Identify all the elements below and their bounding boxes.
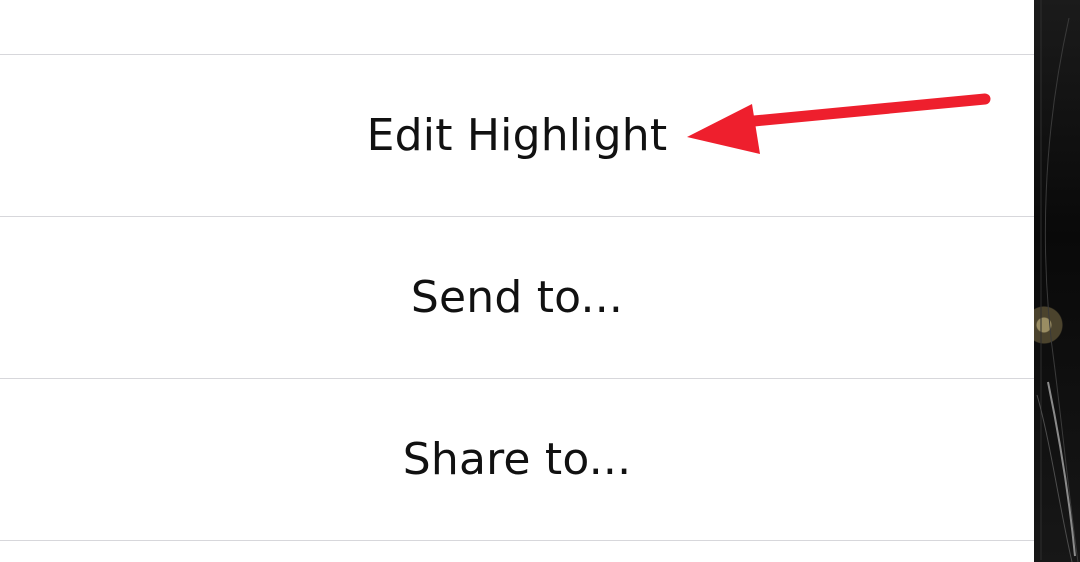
menu-divider (0, 540, 1034, 541)
action-sheet-top-area (0, 0, 1034, 54)
edit-highlight-button[interactable]: Edit Highlight (0, 55, 1034, 216)
action-sheet: Edit Highlight Send to... Share to... (0, 0, 1034, 562)
send-to-label: Send to... (410, 272, 624, 323)
instagram-action-sheet-screen: Edit Highlight Send to... Share to... (0, 0, 1080, 562)
background-photo-artwork (1036, 0, 1079, 562)
share-to-label: Share to... (402, 434, 632, 485)
edit-highlight-label: Edit Highlight (366, 110, 668, 161)
share-to-button[interactable]: Share to... (0, 379, 1034, 540)
background-photo (1034, 0, 1080, 562)
send-to-button[interactable]: Send to... (0, 217, 1034, 378)
